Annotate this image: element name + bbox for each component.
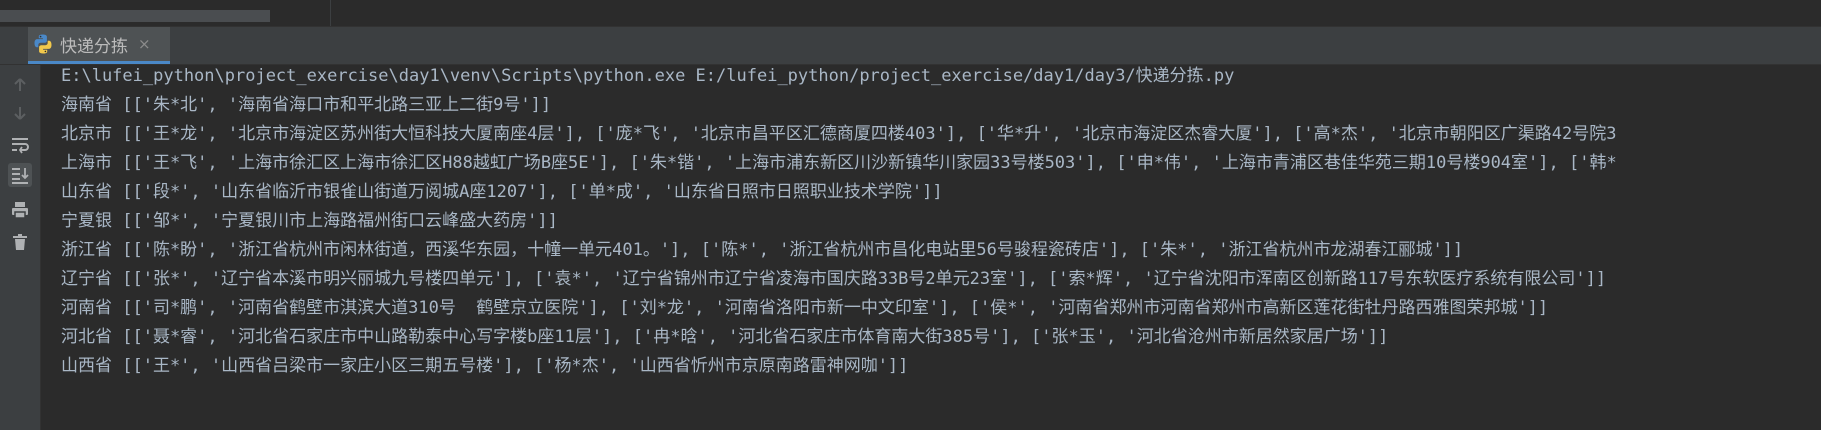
console-output[interactable]: E:\lufei_python\project_exercise\day1\ve… [41, 65, 1821, 430]
arrow-down-icon[interactable] [8, 101, 32, 125]
top-strip [0, 0, 1821, 27]
scroll-to-end-icon[interactable] [8, 163, 32, 187]
console-line: 海南省 [['朱*北', '海南省海口市和平北路三亚上二街9号']] [61, 95, 552, 115]
console-line: 山东省 [['段*', '山东省临沂市银雀山街道万阅城A座1207'], ['单… [61, 182, 943, 202]
console-line: 上海市 [['王*飞', '上海市徐汇区上海市徐汇区H88越虹广场B座5E'],… [61, 153, 1617, 173]
trash-icon[interactable] [8, 230, 32, 254]
console-line: 北京市 [['王*龙', '北京市海淀区苏州街大恒科技大厦南座4层'], ['庞… [61, 124, 1617, 144]
python-icon [32, 33, 54, 55]
console-line: 宁夏银 [['邹*', '宁夏银川市上海路福州街口云峰盛大药房']] [61, 211, 558, 231]
console-line: 河北省 [['聂*睿', '河北省石家庄市中山路勒泰中心写字楼b座11层'], … [61, 327, 1389, 347]
soft-wrap-icon[interactable] [8, 133, 32, 157]
arrow-up-icon[interactable] [8, 73, 32, 97]
tab-label: 快递分拣 [60, 36, 128, 57]
print-icon[interactable] [8, 198, 32, 222]
console-line: 浙江省 [['陈*盼', '浙江省杭州市闲林街道，西溪华东园，十幢一单元401。… [61, 240, 1464, 260]
console-line: 山西省 [['王*', '山西省吕梁市一家庄小区三期五号楼'], ['杨*杰',… [61, 356, 909, 376]
console-line: E:\lufei_python\project_exercise\day1\ve… [61, 66, 1235, 86]
run-tab-bar: 快递分拣 × [0, 27, 1821, 65]
console-toolbar [0, 65, 41, 430]
console-line: 河南省 [['司*鹏', '河南省鹤壁市淇滨大道310号 鹤壁京立医院'], [… [61, 298, 1549, 318]
horizontal-scrollbar[interactable] [0, 10, 270, 22]
panel-divider [330, 0, 331, 26]
console-line: 辽宁省 [['张*', '辽宁省本溪市明兴丽城九号楼四单元'], ['袁*', … [61, 269, 1607, 289]
close-icon[interactable]: × [138, 35, 151, 53]
tab-run-config[interactable]: 快递分拣 × [28, 27, 170, 64]
